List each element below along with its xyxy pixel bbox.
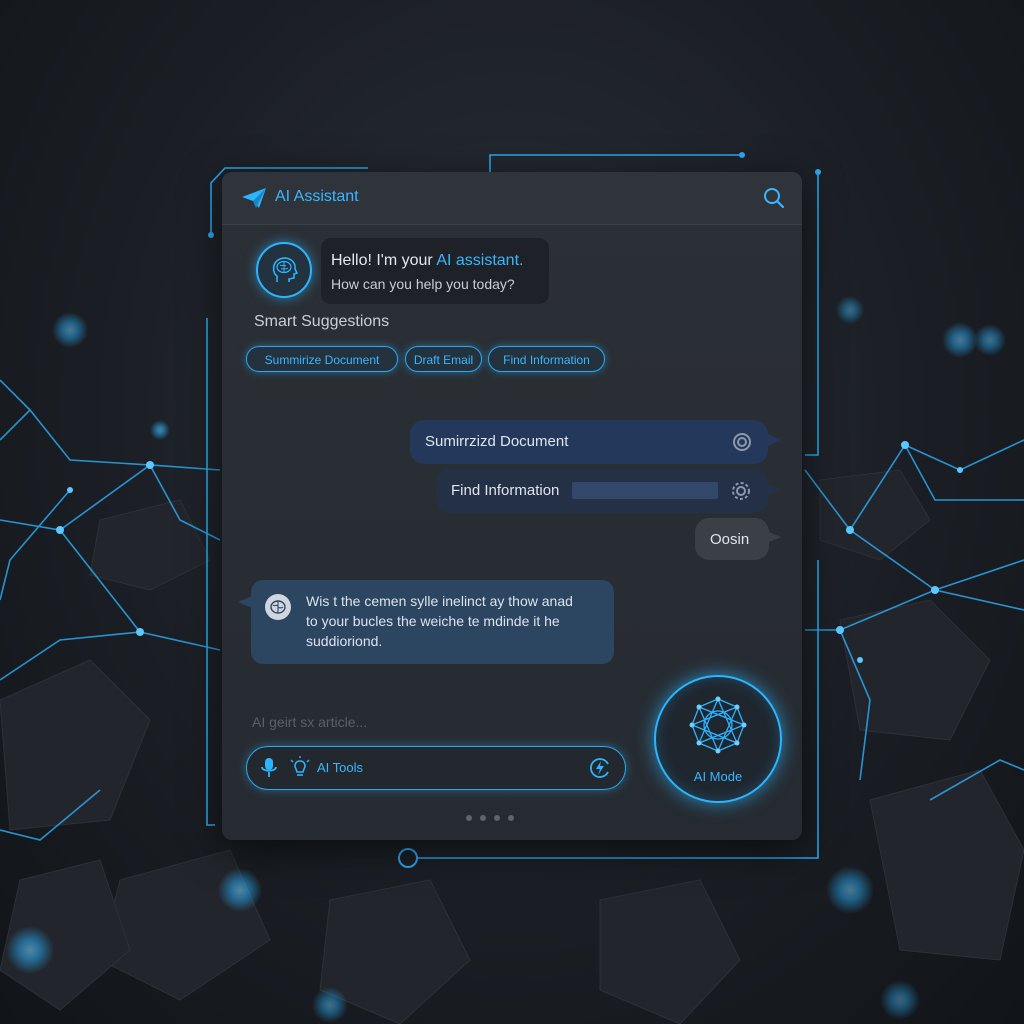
app-title: AI Assistant	[275, 188, 359, 205]
header-bar: AI Assistant	[222, 172, 802, 225]
greeting-highlight: AI assistant.	[436, 252, 524, 269]
assistant-panel: AI Assistant Hello! I'm your AI assistan…	[222, 172, 802, 840]
page-dot[interactable]	[494, 815, 500, 821]
bubble-tail	[238, 596, 252, 608]
search-icon[interactable]	[762, 186, 786, 210]
user-message-2: Find Information	[436, 469, 768, 513]
assistant-avatar	[256, 242, 312, 298]
user-message-1: Sumirrzizd Document	[410, 420, 768, 464]
message-input[interactable]: AI Tools	[246, 746, 626, 790]
composer-hint: AI geirt sx article...	[252, 714, 368, 730]
ai-reply-bubble: Wis t the cemen sylle inelinct ay thow a…	[251, 580, 614, 664]
user-message-2-text: Find Information	[451, 482, 560, 499]
greeting-prefix: Hello! I'm your	[331, 252, 437, 269]
bubble-tail	[768, 434, 782, 446]
chip-find-information[interactable]: Find Information	[488, 346, 605, 372]
network-globe-icon	[689, 696, 747, 754]
ai-mode-label: AI Mode	[693, 769, 743, 784]
ai-tools-button[interactable]: AI Tools	[317, 760, 363, 775]
user-message-3-text: Oosin	[710, 531, 750, 548]
ai-reply-line-1: Wis t the cemen sylle inelinct ay thow a…	[306, 593, 573, 609]
greeting-line-1: Hello! I'm your AI assistant.	[331, 252, 523, 270]
greeting-bubble: Hello! I'm your AI assistant. How can yo…	[321, 238, 549, 304]
page-dot[interactable]	[466, 815, 472, 821]
bubble-tail	[769, 532, 781, 542]
page-dot[interactable]	[480, 815, 486, 821]
user-message-3: Oosin	[695, 518, 769, 560]
lightbulb-icon[interactable]	[289, 756, 311, 785]
brain-head-icon	[272, 257, 299, 282]
ai-mode-button[interactable]: AI Mode	[654, 675, 782, 803]
smart-suggestions-label: Smart Suggestions	[254, 313, 390, 330]
ai-reply-line-2: to your bucles the weiche te mdinde it h…	[306, 613, 560, 629]
mic-icon[interactable]	[261, 757, 277, 784]
page-dot[interactable]	[508, 815, 514, 821]
chip-draft-email[interactable]: Draft Email	[405, 346, 482, 372]
typing-placeholder-bar	[572, 482, 718, 499]
settings-icon	[730, 480, 752, 506]
ai-reply-line-3: suddioriond.	[306, 633, 383, 649]
chip-summarize-document[interactable]: Summirize Document	[246, 346, 398, 372]
status-ring-icon	[732, 432, 752, 456]
brain-icon	[265, 594, 291, 620]
send-icon[interactable]	[589, 757, 611, 784]
user-message-1-text: Sumirrzizd Document	[425, 433, 569, 450]
bubble-tail	[768, 484, 782, 496]
paper-plane-icon	[242, 188, 266, 208]
greeting-line-2: How can you help you today?	[331, 276, 515, 292]
